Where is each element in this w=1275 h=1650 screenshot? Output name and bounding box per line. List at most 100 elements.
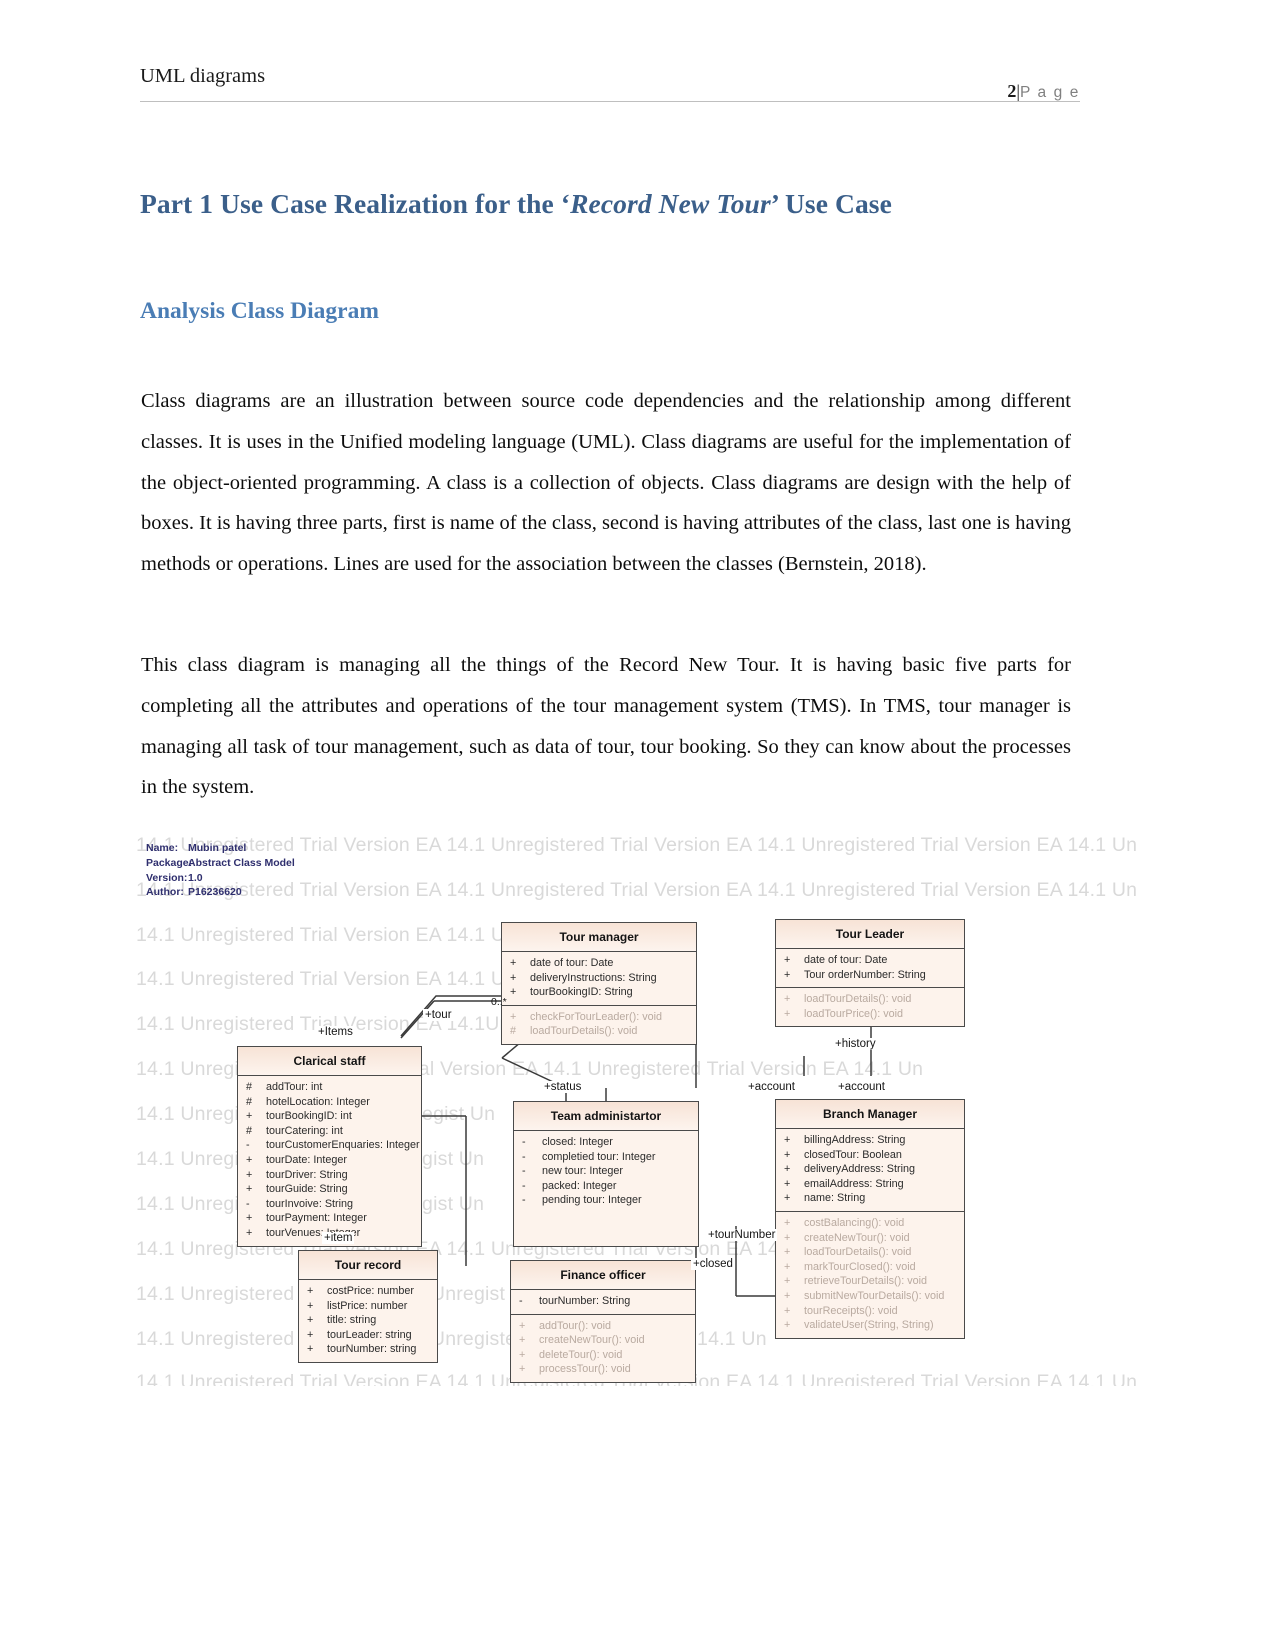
- uml-attribute: + tourDate: Integer: [238, 1153, 421, 1168]
- member-signature: createNewTour(): void: [804, 1231, 910, 1244]
- visibility-marker: +: [784, 1192, 791, 1205]
- uml-attributes-compartment: + date of tour: Date + deliveryInstructi…: [502, 952, 696, 1005]
- visibility-marker: +: [307, 1314, 314, 1327]
- uml-class-tour-manager: Tour manager + date of tour: Date + deli…: [501, 922, 697, 1045]
- uml-attribute: - tourNumber: String: [511, 1294, 695, 1309]
- visibility-marker: -: [246, 1139, 250, 1152]
- member-signature: deliveryInstructions: String: [530, 971, 657, 984]
- header-document-title: UML diagrams: [140, 65, 266, 87]
- uml-class-name: Tour record: [299, 1251, 437, 1280]
- visibility-marker: +: [307, 1328, 314, 1341]
- visibility-marker: +: [307, 1299, 314, 1312]
- connector-label-account-right: +account: [836, 1081, 887, 1093]
- uml-class-name: Tour Leader: [776, 920, 964, 949]
- metadata-row: Author: P16236620: [146, 885, 295, 900]
- visibility-marker: +: [519, 1319, 526, 1332]
- uml-attribute: + tourPayment: Integer: [238, 1211, 421, 1226]
- member-signature: loadTourDetails(): void: [530, 1025, 638, 1038]
- member-signature: packed: Integer: [542, 1179, 617, 1192]
- document-page: UML diagrams 2|P a g e Part 1 Use Case R…: [0, 0, 1275, 1650]
- header-page-indicator: 2|P a g e: [972, 66, 1080, 116]
- uml-class-tour-record: Tour record + costPrice: number + listPric…: [298, 1250, 438, 1363]
- uml-class-name: Clarical staff: [238, 1047, 421, 1076]
- uml-operation: + processTour(): void: [511, 1362, 695, 1377]
- member-signature: billingAddress: String: [804, 1134, 906, 1146]
- body-paragraph-1: Class diagrams are an illustration betwe…: [141, 390, 1071, 576]
- member-signature: loadTourDetails(): void: [804, 1246, 912, 1259]
- connector-label-items: +Items: [316, 1026, 355, 1038]
- running-header: UML diagrams 2|P a g e: [140, 66, 1080, 102]
- visibility-marker: +: [784, 954, 791, 966]
- metadata-key: Package:: [146, 856, 193, 869]
- uml-operation: + checkForTourLeader(): void: [502, 1010, 696, 1025]
- uml-attribute: + listPrice: number: [299, 1299, 437, 1314]
- uml-operations-compartment: + addTour(): void + createNewTour(): void …: [511, 1313, 695, 1382]
- uml-operation: + addTour(): void: [511, 1319, 695, 1334]
- visibility-marker: +: [246, 1183, 253, 1196]
- uml-attribute: # tourCatering: int: [238, 1124, 421, 1139]
- member-signature: markTourClosed(): void: [804, 1260, 916, 1273]
- visibility-marker: +: [510, 986, 517, 999]
- metadata-value: Abstract Class Model: [188, 856, 295, 869]
- header-page-number: 2: [1007, 80, 1017, 101]
- visibility-marker: +: [246, 1212, 253, 1225]
- visibility-marker: +: [519, 1363, 526, 1376]
- member-signature: title: string: [327, 1314, 377, 1327]
- member-signature: pending tour: Integer: [542, 1194, 642, 1207]
- uml-attribute: + costPrice: number: [299, 1284, 437, 1299]
- uml-operation: + validateUser(String, String): [776, 1318, 964, 1333]
- visibility-marker: #: [246, 1124, 253, 1137]
- visibility-marker: +: [246, 1110, 253, 1123]
- visibility-marker: +: [784, 1134, 791, 1146]
- connector-label-tour: +tour: [423, 1009, 454, 1021]
- uml-attribute: + tourBookingID: String: [502, 985, 696, 1000]
- header-page-word: P a g e: [1019, 83, 1080, 101]
- uml-operation: # loadTourDetails(): void: [502, 1024, 696, 1039]
- member-signature: tourNumber: string: [327, 1343, 417, 1356]
- uml-attribute: # hotelLocation: Integer: [238, 1095, 421, 1110]
- visibility-marker: +: [784, 1246, 791, 1259]
- uml-attribute: + tourNumber: string: [299, 1342, 437, 1357]
- body-paragraph-2: This class diagram is managing all the t…: [141, 654, 1071, 799]
- uml-attribute: + date of tour: Date: [502, 956, 696, 971]
- uml-attributes-compartment: + billingAddress: String + closedTour: Boo…: [776, 1129, 964, 1211]
- uml-attribute: + billingAddress: String: [776, 1133, 964, 1148]
- member-signature: costPrice: number: [327, 1285, 415, 1297]
- uml-attribute: + tourBookingID: int: [238, 1109, 421, 1124]
- uml-operations-compartment: + checkForTourLeader(): void # loadTourD…: [502, 1004, 696, 1044]
- uml-attribute: # addTour: int: [238, 1080, 421, 1095]
- uml-class-branch-manager: Branch Manager + billingAddress: String +…: [775, 1099, 965, 1339]
- metadata-key: Author:: [146, 886, 184, 899]
- visibility-marker: +: [246, 1153, 253, 1166]
- member-signature: retrieveTourDetails(): void: [804, 1275, 928, 1288]
- metadata-value: P16236620: [188, 886, 242, 899]
- uml-class-name: Branch Manager: [776, 1100, 964, 1129]
- page-title-suffix: ’ Use Case: [770, 188, 892, 219]
- visibility-marker: #: [246, 1081, 253, 1093]
- connector-label-history: +history: [833, 1038, 878, 1050]
- metadata-row: Name: Mubin patel: [146, 841, 295, 856]
- member-signature: emailAddress: String: [804, 1177, 904, 1190]
- visibility-marker: -: [519, 1295, 523, 1307]
- section-heading: Analysis Class Diagram: [140, 298, 379, 324]
- member-signature: closedTour: Boolean: [804, 1148, 902, 1161]
- uml-class-name: Finance officer: [511, 1261, 695, 1290]
- uml-class-tour-leader: Tour Leader + date of tour: Date + Tour …: [775, 919, 965, 1028]
- member-signature: new tour: Integer: [542, 1165, 624, 1178]
- uml-attributes-compartment: - tourNumber: String: [511, 1290, 695, 1314]
- member-signature: tourDriver: String: [266, 1168, 348, 1181]
- member-signature: deleteTour(): void: [539, 1348, 623, 1361]
- uml-attribute: + date of tour: Date: [776, 953, 964, 968]
- visibility-marker: +: [510, 1010, 517, 1023]
- member-signature: hotelLocation: Integer: [266, 1095, 370, 1108]
- visibility-marker: -: [522, 1136, 526, 1148]
- uml-operation: + deleteTour(): void: [511, 1348, 695, 1363]
- uml-attribute: + closedTour: Boolean: [776, 1148, 964, 1163]
- connector-label-item: +item: [322, 1232, 355, 1244]
- visibility-marker: +: [784, 1163, 791, 1176]
- member-signature: tourLeader: string: [327, 1328, 412, 1341]
- uml-operation: + tourReceipts(): void: [776, 1304, 964, 1319]
- uml-class-clarical-staff: Clarical staff # addTour: int # hotelLocat…: [237, 1046, 422, 1247]
- member-signature: Tour orderNumber: String: [804, 968, 926, 981]
- member-signature: createNewTour(): void: [539, 1334, 645, 1347]
